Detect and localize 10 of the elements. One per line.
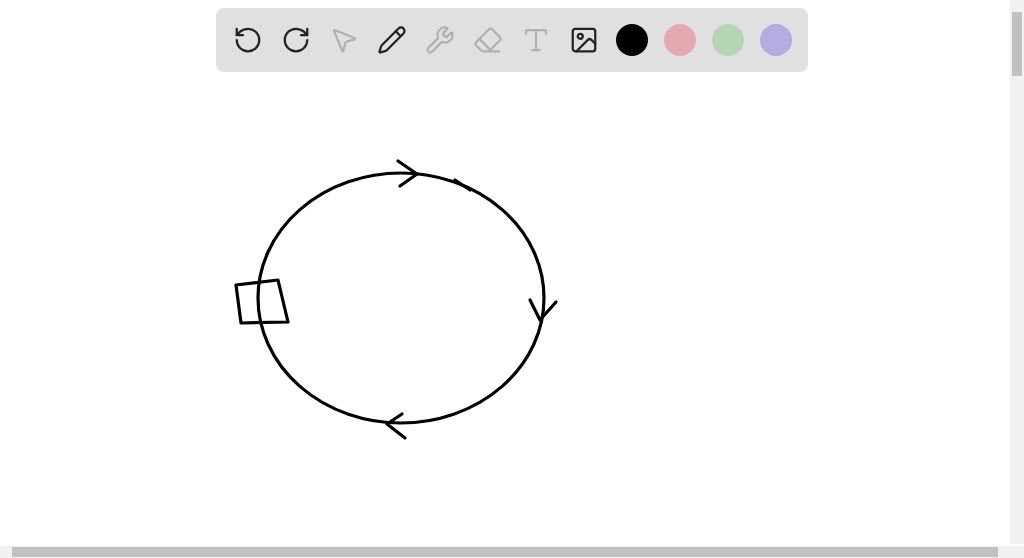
vertical-scrollbar[interactable] xyxy=(1010,0,1024,544)
wrench-icon xyxy=(425,25,455,55)
redo-icon xyxy=(281,25,311,55)
horizontal-scrollbar[interactable] xyxy=(0,546,1024,558)
pencil-icon xyxy=(377,25,407,55)
undo-icon xyxy=(233,25,263,55)
scrollbar-thumb[interactable] xyxy=(12,547,998,557)
scrollbar-thumb[interactable] xyxy=(1012,12,1022,76)
eraser-icon xyxy=(473,25,503,55)
image-icon xyxy=(569,25,599,55)
